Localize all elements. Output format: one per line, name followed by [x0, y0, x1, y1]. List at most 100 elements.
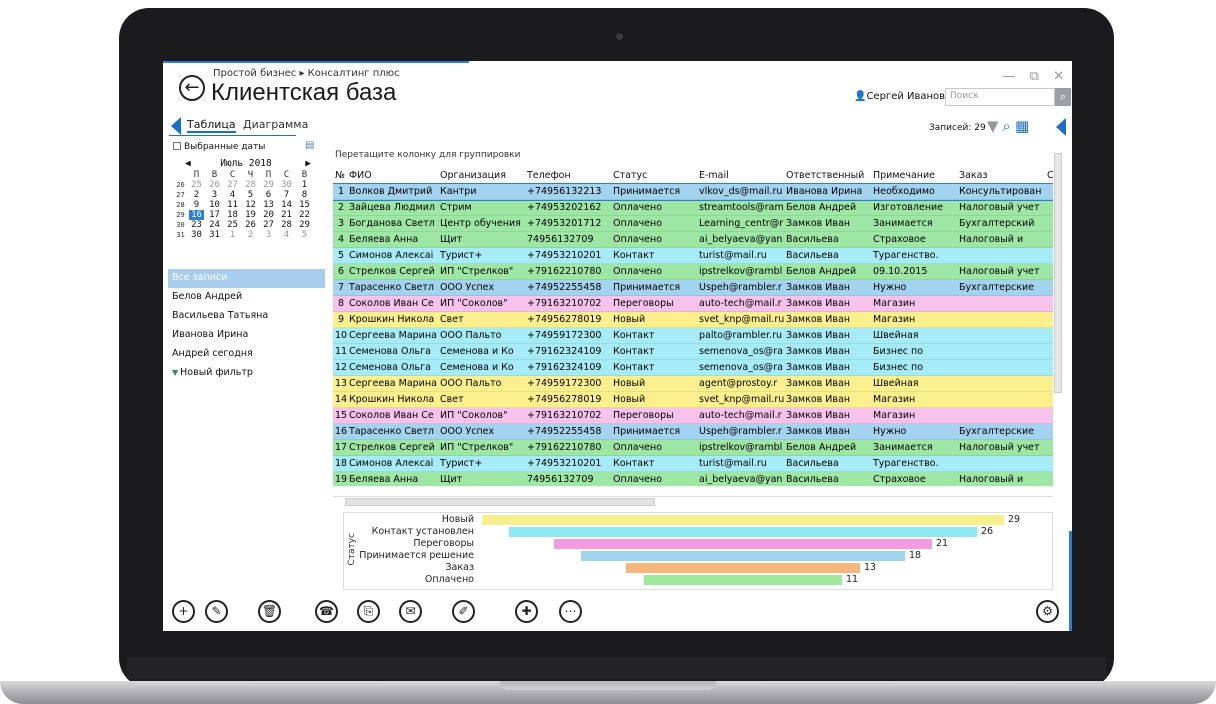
email-button[interactable]: ✉ — [399, 600, 422, 623]
horizontal-scrollbar[interactable] — [333, 496, 1053, 506]
filter-item[interactable]: Все записи — [168, 269, 325, 288]
column-header[interactable]: ФИО — [347, 168, 438, 184]
table-row[interactable]: 15 Соколов Иван Се ИП "Соколов" +7916321070… — [333, 408, 1053, 424]
table-row[interactable]: 5 Симонов Алексаі Турист+ +74953210201 Конта… — [333, 248, 1053, 264]
calendar-day[interactable]: 28 — [279, 220, 294, 230]
calendar-day[interactable]: 25 — [225, 220, 240, 230]
calendar-day[interactable]: 23 — [189, 220, 204, 230]
column-header[interactable]: Заказ — [957, 168, 1045, 184]
table-row[interactable]: 8 Соколов Иван Се ИП "Соколов" +79163210702… — [333, 296, 1053, 312]
table-row[interactable]: 11 Семенова Ольга Семенова и Ко +7916232410… — [333, 344, 1053, 360]
calendar-day[interactable]: 30 — [189, 230, 204, 240]
calendar-day[interactable]: 24 — [207, 220, 222, 230]
calendar-day[interactable]: 22 — [297, 210, 312, 220]
calendar-day[interactable]: 28 — [243, 180, 258, 190]
delete-button[interactable]: 🗑 — [258, 600, 281, 623]
table-row[interactable]: 6 Стрелков Сергей ИП "Стрелков" +7916221078… — [333, 264, 1053, 280]
calendar-day[interactable]: 16 — [189, 210, 204, 220]
calendar-day[interactable]: 9 — [189, 200, 204, 210]
table-row[interactable]: 1 Волков Дмитрий Кантри +74956132213 Принима… — [333, 183, 1053, 201]
table-row[interactable]: 13 Сергеева Марина ООО Пальто +74959172300 Н… — [333, 376, 1053, 392]
calendar-day[interactable]: 21 — [279, 210, 294, 220]
collapse-panel-icon[interactable] — [1056, 118, 1066, 136]
calendar-day[interactable]: 29 — [261, 180, 276, 190]
column-header[interactable]: E-mail — [697, 168, 784, 184]
table-row[interactable]: 17 Стрелков Сергей ИП "Стрелков" +791622107… — [333, 440, 1053, 456]
calendar-day[interactable]: 3 — [207, 190, 222, 200]
calendar-day[interactable]: 5 — [297, 230, 312, 240]
calendar-day[interactable]: 11 — [225, 200, 240, 210]
calendar-day[interactable]: 1 — [297, 180, 312, 190]
calendar-day[interactable]: 13 — [261, 200, 276, 210]
calendar-day[interactable]: 12 — [243, 200, 258, 210]
calendar-day[interactable]: 7 — [279, 190, 294, 200]
user-name[interactable]: 👤Сергей Иванов — [854, 91, 945, 102]
note-button[interactable]: ✐ — [452, 600, 475, 623]
column-header[interactable]: С — [1045, 168, 1053, 184]
table-row[interactable]: 7 Тарасенко Светл ООО Успех +74952255458 При… — [333, 280, 1053, 296]
search-input[interactable]: Поиск — [945, 88, 1055, 106]
calendar-day[interactable]: 6 — [261, 190, 276, 200]
window-controls[interactable]: — ⧉ ✕ — [1003, 69, 1064, 84]
column-header[interactable]: Примечание — [871, 168, 957, 184]
table-row[interactable]: 3 Богданова Светл Центр обучения +749532017… — [333, 216, 1053, 232]
calendar-day[interactable]: 8 — [297, 190, 312, 200]
filter-item[interactable]: Андрей сегодня — [168, 345, 325, 364]
table-row[interactable]: 18 Симонов Алексаі Турист+ +74953210201 Конт… — [333, 456, 1053, 472]
new-filter-button[interactable]: ▼ Новый фильтр — [168, 364, 325, 383]
calendar-day[interactable]: 17 — [207, 210, 222, 220]
selected-dates-checkbox[interactable]: Выбранные даты — [173, 142, 265, 152]
scrollbar-thumb[interactable] — [1054, 153, 1062, 393]
back-arrow-icon[interactable]: ← — [179, 75, 205, 101]
table-row[interactable]: 16 Тарасенко Светл ООО Успех +74952255458 Пр… — [333, 424, 1053, 440]
calendar-day[interactable]: 29 — [297, 220, 312, 230]
filter-item[interactable]: Белов Андрей — [168, 288, 325, 307]
calendar-day[interactable]: 2 — [189, 190, 204, 200]
calendar-day[interactable]: 30 — [279, 180, 294, 190]
settings-button[interactable]: ⚙ — [1036, 600, 1059, 623]
tab-table[interactable]: Таблица — [187, 118, 236, 133]
calendar-day[interactable]: 27 — [225, 180, 240, 190]
add-button[interactable]: + — [172, 600, 195, 623]
column-header[interactable]: Ответственный — [784, 168, 871, 184]
search-grid-icon[interactable]: ⌕ — [1003, 117, 1011, 135]
breadcrumb[interactable]: Простой бизнес ▸ Консалтинг плюс — [213, 68, 400, 79]
table-row[interactable]: 19 Беляева Анна Щит 74956132709 Оплачено ai_b… — [333, 472, 1053, 486]
vertical-scrollbar[interactable] — [1053, 143, 1063, 493]
table-row[interactable]: 9 Крошкин Никола Свет +74956278019 Новый svet… — [333, 312, 1053, 328]
table-row[interactable]: 14 Крошкин Никола Свет +74956278019 Новый sve… — [333, 392, 1053, 408]
calendar-day[interactable]: 25 — [189, 180, 204, 190]
column-header[interactable]: Статус — [611, 168, 697, 184]
calendar-day[interactable]: 1 — [225, 230, 240, 240]
prev-month-icon[interactable]: ◀ — [185, 158, 191, 169]
calendar-icon[interactable]: ▤ — [305, 140, 314, 151]
filter-icon[interactable]: ▼ — [987, 117, 999, 135]
calendar-day[interactable]: 18 — [225, 210, 240, 220]
tab-diagram[interactable]: Диаграмма — [243, 118, 308, 131]
document-button[interactable]: ⎘ — [357, 600, 380, 623]
column-header[interactable]: Телефон — [525, 168, 611, 184]
calendar-day[interactable]: 4 — [225, 190, 240, 200]
next-month-icon[interactable]: ▶ — [305, 158, 311, 169]
collapse-sidebar-icon[interactable] — [171, 117, 181, 135]
table-row[interactable]: 2 Зайцева Людмил Стрим +74953202162 Оплачено… — [333, 200, 1053, 216]
table-row[interactable]: 12 Семенова Ольга Семенова и Ко +7916232410… — [333, 360, 1053, 376]
column-header[interactable]: № — [333, 168, 347, 184]
phone-button[interactable]: ☎ — [315, 600, 338, 623]
calendar-day[interactable]: 20 — [261, 210, 276, 220]
scrollbar-thumb[interactable] — [345, 498, 655, 506]
more-button[interactable]: ⋯ — [559, 600, 582, 623]
filter-item[interactable]: Иванова Ирина — [168, 326, 325, 345]
calendar-day[interactable]: 15 — [297, 200, 312, 210]
calendar-day[interactable]: 5 — [243, 190, 258, 200]
calendar-day[interactable]: 19 — [243, 210, 258, 220]
search-icon[interactable]: ⌕ — [1055, 88, 1071, 106]
calendar-day[interactable]: 4 — [279, 230, 294, 240]
filter-item[interactable]: Васильева Татьяна — [168, 307, 325, 326]
calendar-day[interactable]: 10 — [207, 200, 222, 210]
edit-button[interactable]: ✎ — [205, 600, 228, 623]
calendar-day[interactable]: 26 — [243, 220, 258, 230]
add-order-button[interactable]: ✚ — [515, 600, 538, 623]
table-row[interactable]: 10 Сергеева Марина ООО Пальто +74959172300 К… — [333, 328, 1053, 344]
calendar-day[interactable]: 31 — [207, 230, 222, 240]
